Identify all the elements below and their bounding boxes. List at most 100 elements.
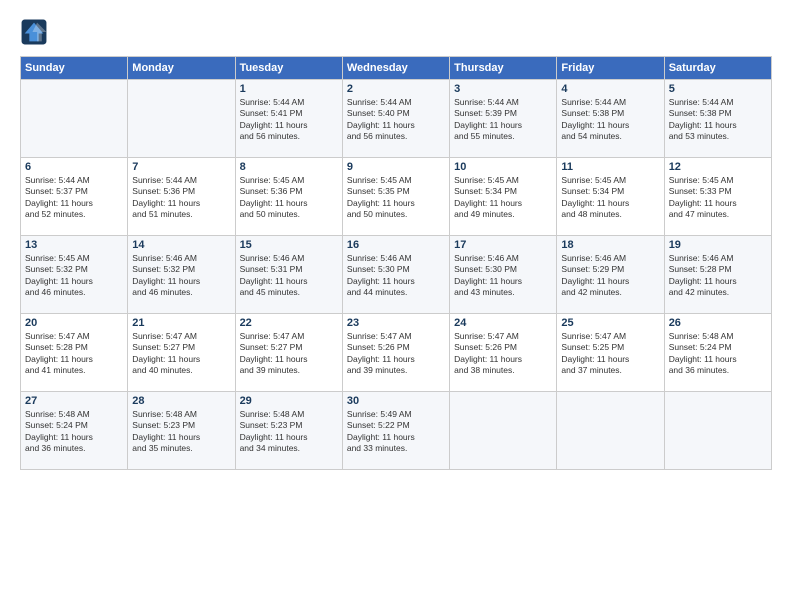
calendar-cell bbox=[21, 80, 128, 158]
header-cell-saturday: Saturday bbox=[664, 57, 771, 80]
day-number: 3 bbox=[454, 83, 552, 95]
calendar-cell: 22 Sunrise: 5:47 AM Sunset: 5:27 PM Dayli… bbox=[235, 314, 342, 392]
day-number: 12 bbox=[669, 161, 767, 173]
calendar-cell: 23Sunrise: 5:47 AM Sunset: 5:26 PM Dayli… bbox=[342, 314, 449, 392]
calendar-cell: 6 Sunrise: 5:44 AM Sunset: 5:37 PM Daylig… bbox=[21, 158, 128, 236]
day-content: Sunrise: 5:46 AM Sunset: 5:31 PM Dayligh… bbox=[240, 253, 338, 299]
day-number: 7 bbox=[132, 161, 230, 173]
day-content: Sunrise: 5:45 AM Sunset: 5:35 PM Dayligh… bbox=[347, 175, 445, 221]
day-content: Sunrise: 5:47 AM Sunset: 5:25 PM Dayligh… bbox=[561, 331, 659, 377]
logo bbox=[20, 18, 54, 46]
day-content: Sunrise: 5:44 AM Sunset: 5:36 PM Dayligh… bbox=[132, 175, 230, 221]
week-row-1: 1 Sunrise: 5:44 AM Sunset: 5:41 PM Daylig… bbox=[21, 80, 772, 158]
calendar-cell: 11Sunrise: 5:45 AM Sunset: 5:34 PM Dayli… bbox=[557, 158, 664, 236]
calendar-cell: 8 Sunrise: 5:45 AM Sunset: 5:36 PM Daylig… bbox=[235, 158, 342, 236]
calendar-cell bbox=[557, 392, 664, 470]
day-number: 26 bbox=[669, 317, 767, 329]
header-row: SundayMondayTuesdayWednesdayThursdayFrid… bbox=[21, 57, 772, 80]
day-number: 22 bbox=[240, 317, 338, 329]
day-number: 6 bbox=[25, 161, 123, 173]
calendar-cell: 25 Sunrise: 5:47 AM Sunset: 5:25 PM Dayli… bbox=[557, 314, 664, 392]
day-number: 20 bbox=[25, 317, 123, 329]
day-content: Sunrise: 5:46 AM Sunset: 5:28 PM Dayligh… bbox=[669, 253, 767, 299]
day-number: 14 bbox=[132, 239, 230, 251]
day-content: Sunrise: 5:44 AM Sunset: 5:38 PM Dayligh… bbox=[561, 97, 659, 143]
calendar-cell: 9Sunrise: 5:45 AM Sunset: 5:35 PM Daylig… bbox=[342, 158, 449, 236]
day-content: Sunrise: 5:45 AM Sunset: 5:34 PM Dayligh… bbox=[561, 175, 659, 221]
header-cell-tuesday: Tuesday bbox=[235, 57, 342, 80]
calendar-cell: 27 Sunrise: 5:48 AM Sunset: 5:24 PM Dayli… bbox=[21, 392, 128, 470]
day-content: Sunrise: 5:44 AM Sunset: 5:38 PM Dayligh… bbox=[669, 97, 767, 143]
day-content: Sunrise: 5:46 AM Sunset: 5:30 PM Dayligh… bbox=[347, 253, 445, 299]
day-content: Sunrise: 5:48 AM Sunset: 5:23 PM Dayligh… bbox=[132, 409, 230, 455]
calendar-cell: 30 Sunrise: 5:49 AM Sunset: 5:22 PM Dayli… bbox=[342, 392, 449, 470]
day-content: Sunrise: 5:44 AM Sunset: 5:40 PM Dayligh… bbox=[347, 97, 445, 143]
calendar-cell: 20Sunrise: 5:47 AM Sunset: 5:28 PM Dayli… bbox=[21, 314, 128, 392]
header-cell-monday: Monday bbox=[128, 57, 235, 80]
day-content: Sunrise: 5:45 AM Sunset: 5:33 PM Dayligh… bbox=[669, 175, 767, 221]
day-number: 23 bbox=[347, 317, 445, 329]
day-number: 17 bbox=[454, 239, 552, 251]
day-number: 13 bbox=[25, 239, 123, 251]
day-number: 27 bbox=[25, 395, 123, 407]
calendar-cell: 26 Sunrise: 5:48 AM Sunset: 5:24 PM Dayli… bbox=[664, 314, 771, 392]
calendar-cell bbox=[128, 80, 235, 158]
week-row-4: 20Sunrise: 5:47 AM Sunset: 5:28 PM Dayli… bbox=[21, 314, 772, 392]
calendar-cell: 17 Sunrise: 5:46 AM Sunset: 5:30 PM Dayli… bbox=[450, 236, 557, 314]
calendar-cell: 19 Sunrise: 5:46 AM Sunset: 5:28 PM Dayli… bbox=[664, 236, 771, 314]
day-content: Sunrise: 5:46 AM Sunset: 5:29 PM Dayligh… bbox=[561, 253, 659, 299]
day-number: 4 bbox=[561, 83, 659, 95]
day-content: Sunrise: 5:49 AM Sunset: 5:22 PM Dayligh… bbox=[347, 409, 445, 455]
day-number: 21 bbox=[132, 317, 230, 329]
week-row-5: 27 Sunrise: 5:48 AM Sunset: 5:24 PM Dayli… bbox=[21, 392, 772, 470]
day-content: Sunrise: 5:46 AM Sunset: 5:30 PM Dayligh… bbox=[454, 253, 552, 299]
calendar-cell bbox=[664, 392, 771, 470]
day-content: Sunrise: 5:45 AM Sunset: 5:36 PM Dayligh… bbox=[240, 175, 338, 221]
day-number: 1 bbox=[240, 83, 338, 95]
day-content: Sunrise: 5:47 AM Sunset: 5:27 PM Dayligh… bbox=[240, 331, 338, 377]
calendar-cell: 21 Sunrise: 5:47 AM Sunset: 5:27 PM Dayli… bbox=[128, 314, 235, 392]
day-number: 18 bbox=[561, 239, 659, 251]
calendar-cell: 28Sunrise: 5:48 AM Sunset: 5:23 PM Dayli… bbox=[128, 392, 235, 470]
day-content: Sunrise: 5:44 AM Sunset: 5:37 PM Dayligh… bbox=[25, 175, 123, 221]
day-number: 30 bbox=[347, 395, 445, 407]
calendar-cell: 14Sunrise: 5:46 AM Sunset: 5:32 PM Dayli… bbox=[128, 236, 235, 314]
day-number: 10 bbox=[454, 161, 552, 173]
day-content: Sunrise: 5:48 AM Sunset: 5:24 PM Dayligh… bbox=[669, 331, 767, 377]
day-number: 25 bbox=[561, 317, 659, 329]
calendar-cell: 18 Sunrise: 5:46 AM Sunset: 5:29 PM Dayli… bbox=[557, 236, 664, 314]
day-content: Sunrise: 5:48 AM Sunset: 5:23 PM Dayligh… bbox=[240, 409, 338, 455]
header-cell-thursday: Thursday bbox=[450, 57, 557, 80]
calendar-cell: 4 Sunrise: 5:44 AM Sunset: 5:38 PM Daylig… bbox=[557, 80, 664, 158]
day-content: Sunrise: 5:44 AM Sunset: 5:39 PM Dayligh… bbox=[454, 97, 552, 143]
week-row-2: 6 Sunrise: 5:44 AM Sunset: 5:37 PM Daylig… bbox=[21, 158, 772, 236]
calendar-cell: 1 Sunrise: 5:44 AM Sunset: 5:41 PM Daylig… bbox=[235, 80, 342, 158]
day-number: 24 bbox=[454, 317, 552, 329]
header-cell-sunday: Sunday bbox=[21, 57, 128, 80]
calendar-cell: 24 Sunrise: 5:47 AM Sunset: 5:26 PM Dayli… bbox=[450, 314, 557, 392]
day-content: Sunrise: 5:47 AM Sunset: 5:26 PM Dayligh… bbox=[454, 331, 552, 377]
day-number: 8 bbox=[240, 161, 338, 173]
calendar-cell: 29 Sunrise: 5:48 AM Sunset: 5:23 PM Dayli… bbox=[235, 392, 342, 470]
day-content: Sunrise: 5:48 AM Sunset: 5:24 PM Dayligh… bbox=[25, 409, 123, 455]
calendar-cell: 16 Sunrise: 5:46 AM Sunset: 5:30 PM Dayli… bbox=[342, 236, 449, 314]
calendar-cell: 12 Sunrise: 5:45 AM Sunset: 5:33 PM Dayli… bbox=[664, 158, 771, 236]
day-number: 16 bbox=[347, 239, 445, 251]
day-content: Sunrise: 5:44 AM Sunset: 5:41 PM Dayligh… bbox=[240, 97, 338, 143]
calendar-table: SundayMondayTuesdayWednesdayThursdayFrid… bbox=[20, 56, 772, 470]
calendar-cell: 7 Sunrise: 5:44 AM Sunset: 5:36 PM Daylig… bbox=[128, 158, 235, 236]
calendar-cell: 10Sunrise: 5:45 AM Sunset: 5:34 PM Dayli… bbox=[450, 158, 557, 236]
day-number: 19 bbox=[669, 239, 767, 251]
logo-icon bbox=[20, 18, 48, 46]
day-number: 2 bbox=[347, 83, 445, 95]
page: SundayMondayTuesdayWednesdayThursdayFrid… bbox=[0, 0, 792, 612]
day-number: 5 bbox=[669, 83, 767, 95]
day-content: Sunrise: 5:45 AM Sunset: 5:32 PM Dayligh… bbox=[25, 253, 123, 299]
day-content: Sunrise: 5:47 AM Sunset: 5:27 PM Dayligh… bbox=[132, 331, 230, 377]
calendar-cell: 15Sunrise: 5:46 AM Sunset: 5:31 PM Dayli… bbox=[235, 236, 342, 314]
day-number: 29 bbox=[240, 395, 338, 407]
header-cell-wednesday: Wednesday bbox=[342, 57, 449, 80]
calendar-cell: 5 Sunrise: 5:44 AM Sunset: 5:38 PM Daylig… bbox=[664, 80, 771, 158]
week-row-3: 13 Sunrise: 5:45 AM Sunset: 5:32 PM Dayli… bbox=[21, 236, 772, 314]
calendar-cell bbox=[450, 392, 557, 470]
